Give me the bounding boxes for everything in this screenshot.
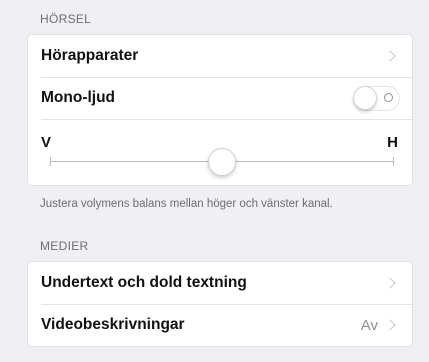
toggle-off-circle-icon (384, 92, 393, 102)
hearing-aids-row[interactable]: Hörapparater (28, 35, 412, 77)
chevron-right-icon (384, 319, 396, 331)
balance-right-label: H (387, 134, 398, 151)
balance-slider-row: V H (28, 119, 412, 185)
chevron-right-icon (384, 277, 396, 289)
audio-descriptions-label: Videobeskrivningar (41, 316, 185, 333)
section-header-media: MEDIER (40, 239, 89, 253)
hearing-group: Hörapparater Mono-ljud V H (27, 34, 413, 186)
toggle-knob (353, 85, 377, 110)
audio-descriptions-row[interactable]: Videobeskrivningar Av (28, 304, 412, 346)
mono-audio-toggle[interactable] (353, 85, 400, 111)
balance-left-label: V (41, 134, 52, 151)
section-header-hearing: HÖRSEL (40, 12, 92, 26)
balance-tick-right (393, 157, 394, 166)
mono-audio-label: Mono-ljud (41, 89, 116, 106)
chevron-right-icon (384, 50, 396, 62)
balance-slider-thumb[interactable] (208, 148, 236, 176)
hearing-aids-label: Hörapparater (41, 47, 139, 64)
subtitles-label: Undertext och dold textning (41, 274, 247, 291)
balance-footer-text: Justera volymens balans mellan höger och… (40, 198, 333, 210)
subtitles-row[interactable]: Undertext och dold textning (28, 262, 412, 304)
mono-audio-row: Mono-ljud (28, 77, 412, 119)
audio-descriptions-value: Av (360, 316, 378, 334)
media-group: Undertext och dold textning Videobeskriv… (27, 261, 413, 347)
